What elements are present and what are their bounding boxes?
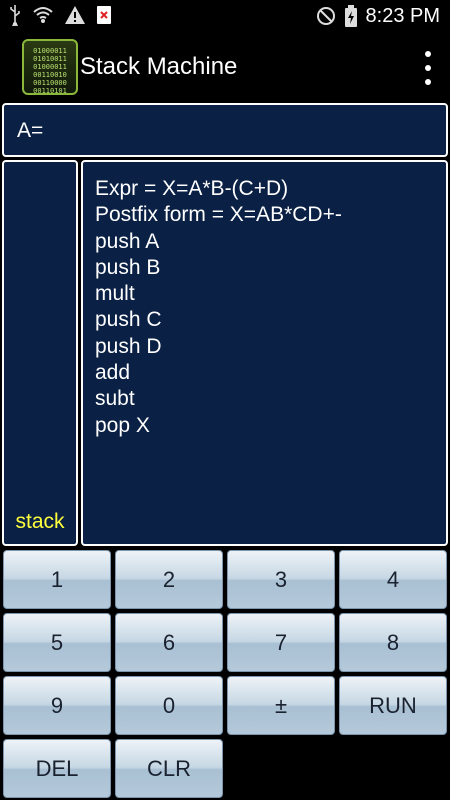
app-icon: 01000011 01010011 01000011 00110010 0011… bbox=[22, 39, 78, 95]
program-line: pop X bbox=[95, 413, 150, 437]
delete-button[interactable]: DEL bbox=[3, 739, 111, 798]
warning-icon bbox=[64, 5, 86, 25]
program-display: Expr = X=A*B-(C+D) Postfix form = X=AB*C… bbox=[81, 160, 448, 546]
program-line: Postfix form = X=AB*CD+- bbox=[95, 203, 342, 227]
status-time: 8:23 PM bbox=[365, 5, 440, 27]
program-line: mult bbox=[95, 282, 135, 306]
usb-icon bbox=[8, 4, 22, 26]
accumulator-display: A= bbox=[2, 103, 448, 157]
program-line: add bbox=[95, 361, 131, 385]
battery-charging-icon bbox=[344, 5, 358, 27]
program-line: push A bbox=[95, 229, 160, 253]
program-line: Expr = X=A*B-(C+D) bbox=[95, 177, 289, 200]
key-3-button[interactable]: 3 bbox=[227, 550, 335, 609]
program-line: push B bbox=[95, 255, 161, 279]
accumulator-label: A= bbox=[17, 119, 44, 142]
clear-button[interactable]: CLR bbox=[115, 739, 223, 798]
key-0-button[interactable]: 0 bbox=[115, 676, 223, 735]
key-4-button[interactable]: 4 bbox=[339, 550, 447, 609]
keypad: 1 2 3 4 5 6 7 8 9 0 ± RUN DEL CLR bbox=[0, 549, 450, 800]
no-disturb-icon bbox=[316, 6, 336, 26]
key-8-button[interactable]: 8 bbox=[339, 613, 447, 672]
stack-display: stack bbox=[2, 160, 78, 546]
plus-minus-button[interactable]: ± bbox=[227, 676, 335, 735]
app-title: Stack Machine bbox=[80, 53, 238, 80]
program-lines: Expr = X=A*B-(C+D) Postfix form = X=AB*C… bbox=[95, 176, 342, 439]
program-line: push D bbox=[95, 334, 162, 358]
key-9-button[interactable]: 9 bbox=[3, 676, 111, 735]
key-6-button[interactable]: 6 bbox=[115, 613, 223, 672]
key-2-button[interactable]: 2 bbox=[115, 550, 223, 609]
key-5-button[interactable]: 5 bbox=[3, 613, 111, 672]
program-line: subt bbox=[95, 387, 135, 411]
program-line: push C bbox=[95, 308, 162, 332]
key-1-button[interactable]: 1 bbox=[3, 550, 111, 609]
run-button[interactable]: RUN bbox=[339, 676, 447, 735]
notification-icon bbox=[96, 5, 112, 25]
status-bar: 8:23 PM bbox=[0, 0, 450, 33]
stack-label: stack bbox=[15, 510, 65, 533]
key-7-button[interactable]: 7 bbox=[227, 613, 335, 672]
action-bar: 01000011 01010011 01000011 00110010 0011… bbox=[0, 33, 450, 99]
overflow-menu-icon[interactable] bbox=[422, 51, 434, 85]
wifi-icon bbox=[32, 5, 54, 25]
